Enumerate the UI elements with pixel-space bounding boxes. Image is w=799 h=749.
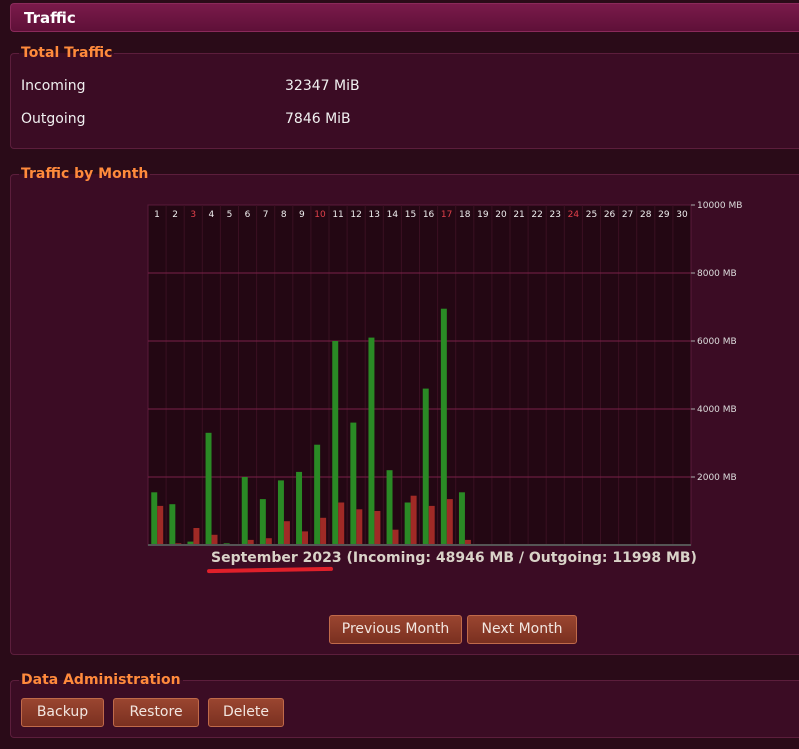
x-tick-label: 7 <box>263 210 269 220</box>
outgoing-bar <box>211 534 218 545</box>
x-tick-label: 14 <box>387 210 399 220</box>
outgoing-bar <box>302 531 309 545</box>
x-tick-label: 11 <box>332 210 343 220</box>
x-tick-label: 30 <box>676 210 688 220</box>
outgoing-bar <box>193 528 200 545</box>
outgoing-bar <box>356 509 363 545</box>
x-tick-label: 5 <box>227 210 233 220</box>
x-tick-label: 9 <box>299 210 305 220</box>
x-tick-label: 19 <box>477 210 489 220</box>
delete-button[interactable]: Delete <box>208 698 284 727</box>
outgoing-bar <box>410 495 417 545</box>
outgoing-bar <box>157 505 164 545</box>
outgoing-bar <box>283 521 290 545</box>
x-tick-label: 1 <box>154 210 160 220</box>
incoming-bar <box>332 341 339 545</box>
x-tick-label: 24 <box>568 210 580 220</box>
incoming-bar <box>314 444 321 545</box>
incoming-bar <box>458 492 465 545</box>
incoming-bar <box>422 388 429 545</box>
incoming-bar <box>440 308 447 545</box>
incoming-bar <box>296 471 303 545</box>
y-tick-label: 6000 MB <box>697 337 737 347</box>
y-tick-label: 2000 MB <box>697 473 737 483</box>
x-tick-label: 8 <box>281 210 287 220</box>
x-tick-label: 21 <box>513 210 524 220</box>
incoming-bar <box>404 502 411 545</box>
x-tick-label: 10 <box>314 210 326 220</box>
incoming-bar <box>241 477 248 545</box>
incoming-bar <box>277 480 284 545</box>
outgoing-bar <box>446 499 453 545</box>
x-tick-label: 27 <box>622 210 633 220</box>
incoming-bar <box>151 492 158 545</box>
x-tick-label: 12 <box>350 210 361 220</box>
outgoing-bar <box>428 505 435 545</box>
month-name: September 2023 <box>211 550 342 566</box>
incoming-bar <box>350 422 357 545</box>
data-administration-legend: Data Administration <box>21 672 181 688</box>
x-tick-label: 29 <box>658 210 670 220</box>
x-tick-label: 15 <box>405 210 416 220</box>
x-tick-label: 17 <box>441 210 452 220</box>
x-tick-label: 22 <box>531 210 542 220</box>
month-caption: September 2023 (Incoming: 48946 MB / Out… <box>211 550 697 566</box>
restore-button[interactable]: Restore <box>113 698 199 727</box>
month-totals: (Incoming: 48946 MB / Outgoing: 11998 MB… <box>341 550 697 566</box>
y-tick-label: 8000 MB <box>697 269 737 279</box>
x-tick-label: 23 <box>550 210 561 220</box>
x-tick-label: 18 <box>459 210 471 220</box>
incoming-bar <box>368 337 375 545</box>
x-tick-label: 26 <box>604 210 616 220</box>
incoming-bar <box>386 470 393 545</box>
outgoing-bar <box>338 502 345 545</box>
x-tick-label: 13 <box>369 210 380 220</box>
x-tick-label: 20 <box>495 210 507 220</box>
x-tick-label: 2 <box>172 210 178 220</box>
incoming-bar <box>205 432 212 545</box>
incoming-bar <box>169 504 176 545</box>
x-tick-label: 25 <box>586 210 597 220</box>
backup-button[interactable]: Backup <box>21 698 104 727</box>
previous-month-button[interactable]: Previous Month <box>329 615 462 644</box>
outgoing-bar <box>392 529 399 545</box>
x-tick-label: 3 <box>190 210 196 220</box>
outgoing-bar <box>265 538 272 545</box>
x-tick-label: 28 <box>640 210 652 220</box>
y-tick-label: 4000 MB <box>697 405 737 415</box>
x-tick-label: 6 <box>245 210 251 220</box>
outgoing-bar <box>374 511 381 545</box>
x-tick-label: 16 <box>423 210 435 220</box>
x-tick-label: 4 <box>208 210 214 220</box>
outgoing-bar <box>320 517 327 545</box>
incoming-bar <box>259 499 266 545</box>
next-month-button[interactable]: Next Month <box>467 615 577 644</box>
y-tick-label: 10000 MB <box>697 201 742 211</box>
